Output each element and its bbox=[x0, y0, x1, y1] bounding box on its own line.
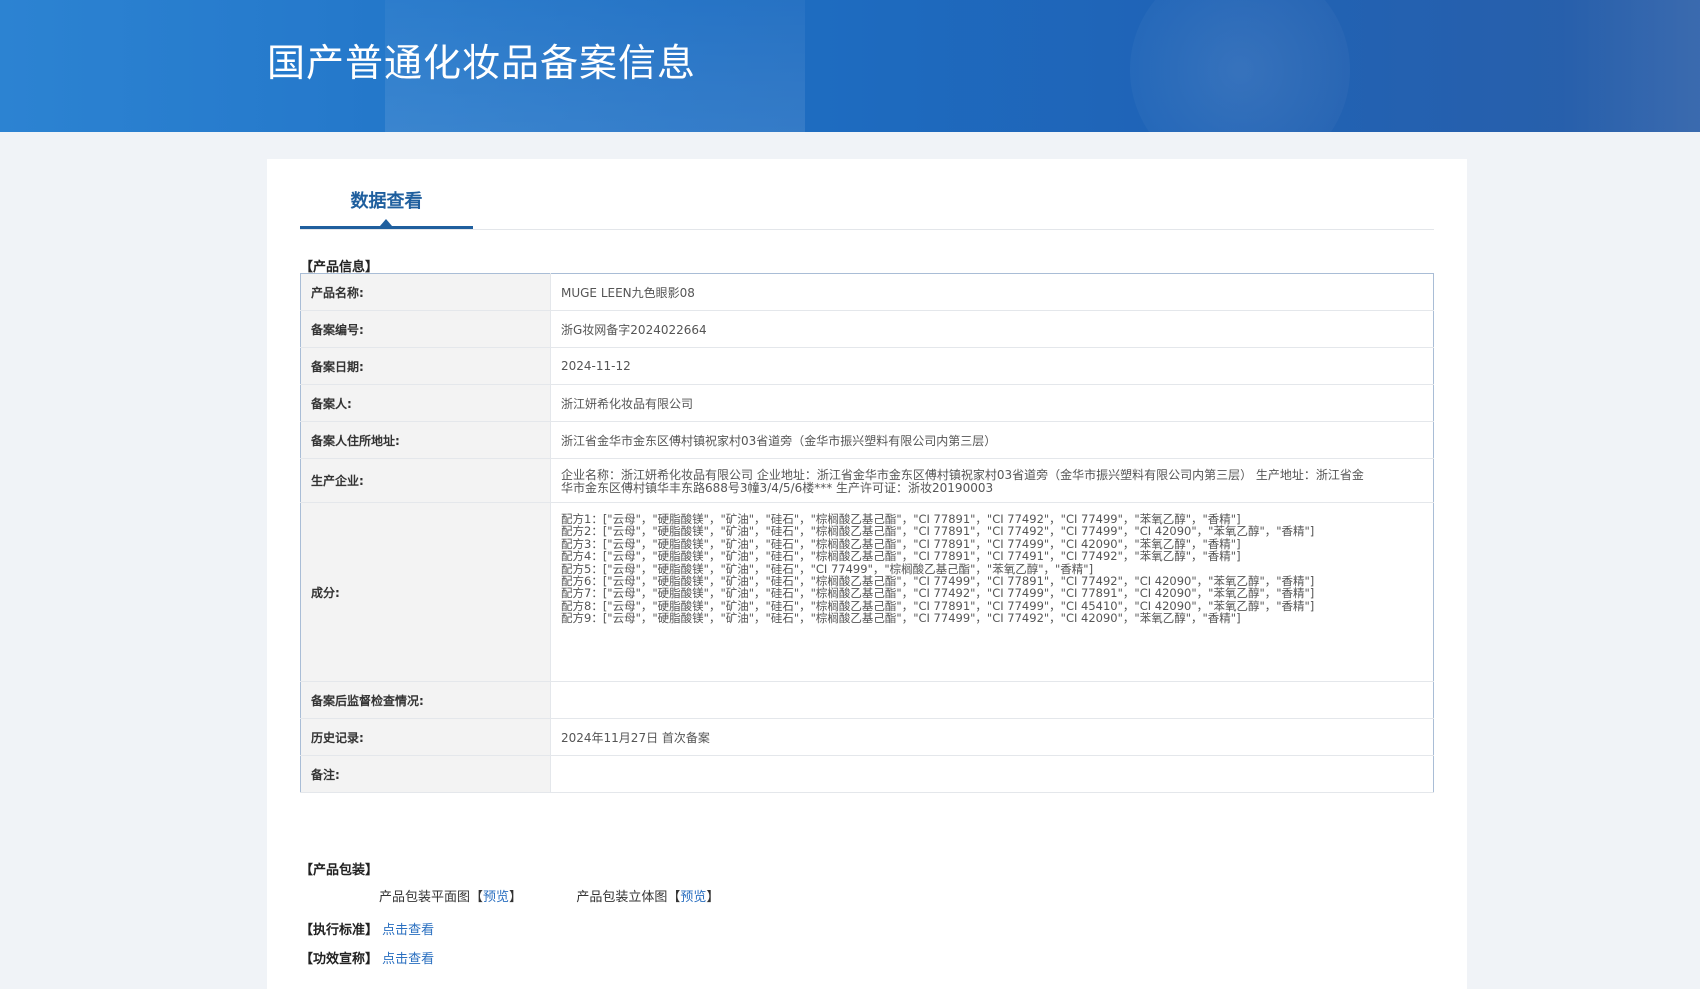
field-label: 历史记录: bbox=[300, 718, 551, 756]
tab-data-view[interactable]: 数据查看 bbox=[300, 159, 473, 229]
field-label: 备案人住所地址: bbox=[300, 421, 551, 459]
post-supervision-value bbox=[550, 681, 1434, 719]
banner-decoration bbox=[1560, 0, 1700, 132]
packaging-solid-label: 产品包装立体图 bbox=[576, 890, 668, 905]
tab-label: 数据查看 bbox=[350, 191, 423, 212]
active-tab-caret-icon bbox=[380, 219, 392, 226]
table-row: 生产企业: 企业名称：浙江妍希化妆品有限公司 企业地址：浙江省金华市金东区傅村镇… bbox=[300, 458, 1434, 503]
product-info-table: 产品名称: MUGE LEEN九色眼影08 备案编号: 浙G妆网备字202402… bbox=[300, 273, 1434, 793]
table-row: 备案后监督检查情况: bbox=[300, 681, 1434, 719]
standard-label: 【执行标准】 bbox=[300, 923, 379, 938]
field-label: 备案后监督检查情况: bbox=[300, 681, 551, 719]
bracket-close: 】 bbox=[706, 890, 720, 905]
packaging-links: 产品包装平面图【预览】 产品包装立体图 【预览】 bbox=[379, 886, 719, 905]
field-label: 成分: bbox=[300, 502, 551, 682]
bracket-open: 【 bbox=[470, 890, 484, 905]
page-header-banner: 国产普通化妆品备案信息 bbox=[0, 0, 1700, 132]
table-row: 产品名称: MUGE LEEN九色眼影08 bbox=[300, 273, 1434, 311]
standard-view-link[interactable]: 点击查看 bbox=[382, 923, 434, 938]
table-row: 历史记录: 2024年11月27日 首次备案 bbox=[300, 718, 1434, 756]
table-row: 备案日期: 2024-11-12 bbox=[300, 347, 1434, 385]
efficacy-label: 【功效宣称】 bbox=[300, 952, 379, 967]
field-label: 生产企业: bbox=[300, 458, 551, 503]
bracket-close: 】 bbox=[509, 890, 523, 905]
field-label: 备案人: bbox=[300, 384, 551, 422]
banner-decoration bbox=[1130, 0, 1350, 132]
table-row: 备案人: 浙江妍希化妆品有限公司 bbox=[300, 384, 1434, 422]
tab-bar: 数据查看 bbox=[300, 159, 1434, 230]
efficacy-view-link[interactable]: 点击查看 bbox=[382, 952, 434, 967]
registrant-address-value: 浙江省金华市金东区傅村镇祝家村03省道旁（金华市振兴塑料有限公司内第三层） bbox=[550, 421, 1434, 459]
packaging-solid-preview-link[interactable]: 预览 bbox=[680, 886, 706, 905]
product-name-value: MUGE LEEN九色眼影08 bbox=[550, 273, 1434, 311]
field-label: 产品名称: bbox=[300, 273, 551, 311]
field-label: 备案日期: bbox=[300, 347, 551, 385]
formula-line: 配方4：["云母"，"硬脂酸镁"，"矿油"，"硅石"，"棕榈酸乙基己酯"，"CI… bbox=[561, 549, 1241, 564]
packaging-heading: 【产品包装】 bbox=[300, 863, 379, 878]
efficacy-row: 【功效宣称】 点击查看 bbox=[300, 948, 434, 967]
formula-line: 配方2：["云母"，"硬脂酸镁"，"矿油"，"硅石"，"棕榈酸乙基己酯"，"CI… bbox=[561, 524, 1315, 539]
table-row: 备案编号: 浙G妆网备字2024022664 bbox=[300, 310, 1434, 348]
manufacturer-value: 企业名称：浙江妍希化妆品有限公司 企业地址：浙江省金华市金东区傅村镇祝家村03省… bbox=[550, 458, 1434, 503]
bracket-open: 【 bbox=[667, 890, 681, 905]
table-row: 备注: bbox=[300, 755, 1434, 793]
field-label: 备案编号: bbox=[300, 310, 551, 348]
formula-line: 配方7：["云母"，"硬脂酸镁"，"矿油"，"硅石"，"棕榈酸乙基己酯"，"CI… bbox=[561, 586, 1315, 601]
registration-date-value: 2024-11-12 bbox=[550, 347, 1434, 385]
page-title: 国产普通化妆品备案信息 bbox=[267, 41, 697, 85]
registrant-value: 浙江妍希化妆品有限公司 bbox=[550, 384, 1434, 422]
formula-line: 配方9：["云母"，"硬脂酸镁"，"矿油"，"硅石"，"棕榈酸乙基己酯"，"CI… bbox=[561, 611, 1241, 626]
history-value: 2024年11月27日 首次备案 bbox=[550, 718, 1434, 756]
standard-row: 【执行标准】 点击查看 bbox=[300, 919, 434, 938]
content-card: 数据查看 【产品信息】 产品名称: MUGE LEEN九色眼影08 备案编号: … bbox=[267, 159, 1467, 989]
registration-number-value: 浙G妆网备字2024022664 bbox=[550, 310, 1434, 348]
ingredients-value: 配方1：["云母"，"硬脂酸镁"，"矿油"，"硅石"，"棕榈酸乙基己酯"，"CI… bbox=[550, 502, 1434, 682]
table-row: 成分: 配方1：["云母"，"硬脂酸镁"，"矿油"，"硅石"，"棕榈酸乙基己酯"… bbox=[300, 502, 1434, 682]
remarks-value bbox=[550, 755, 1434, 793]
table-row: 备案人住所地址: 浙江省金华市金东区傅村镇祝家村03省道旁（金华市振兴塑料有限公… bbox=[300, 421, 1434, 459]
packaging-flat-preview-link[interactable]: 预览 bbox=[483, 886, 509, 905]
field-label: 备注: bbox=[300, 755, 551, 793]
packaging-flat-label: 产品包装平面图 bbox=[379, 890, 471, 905]
